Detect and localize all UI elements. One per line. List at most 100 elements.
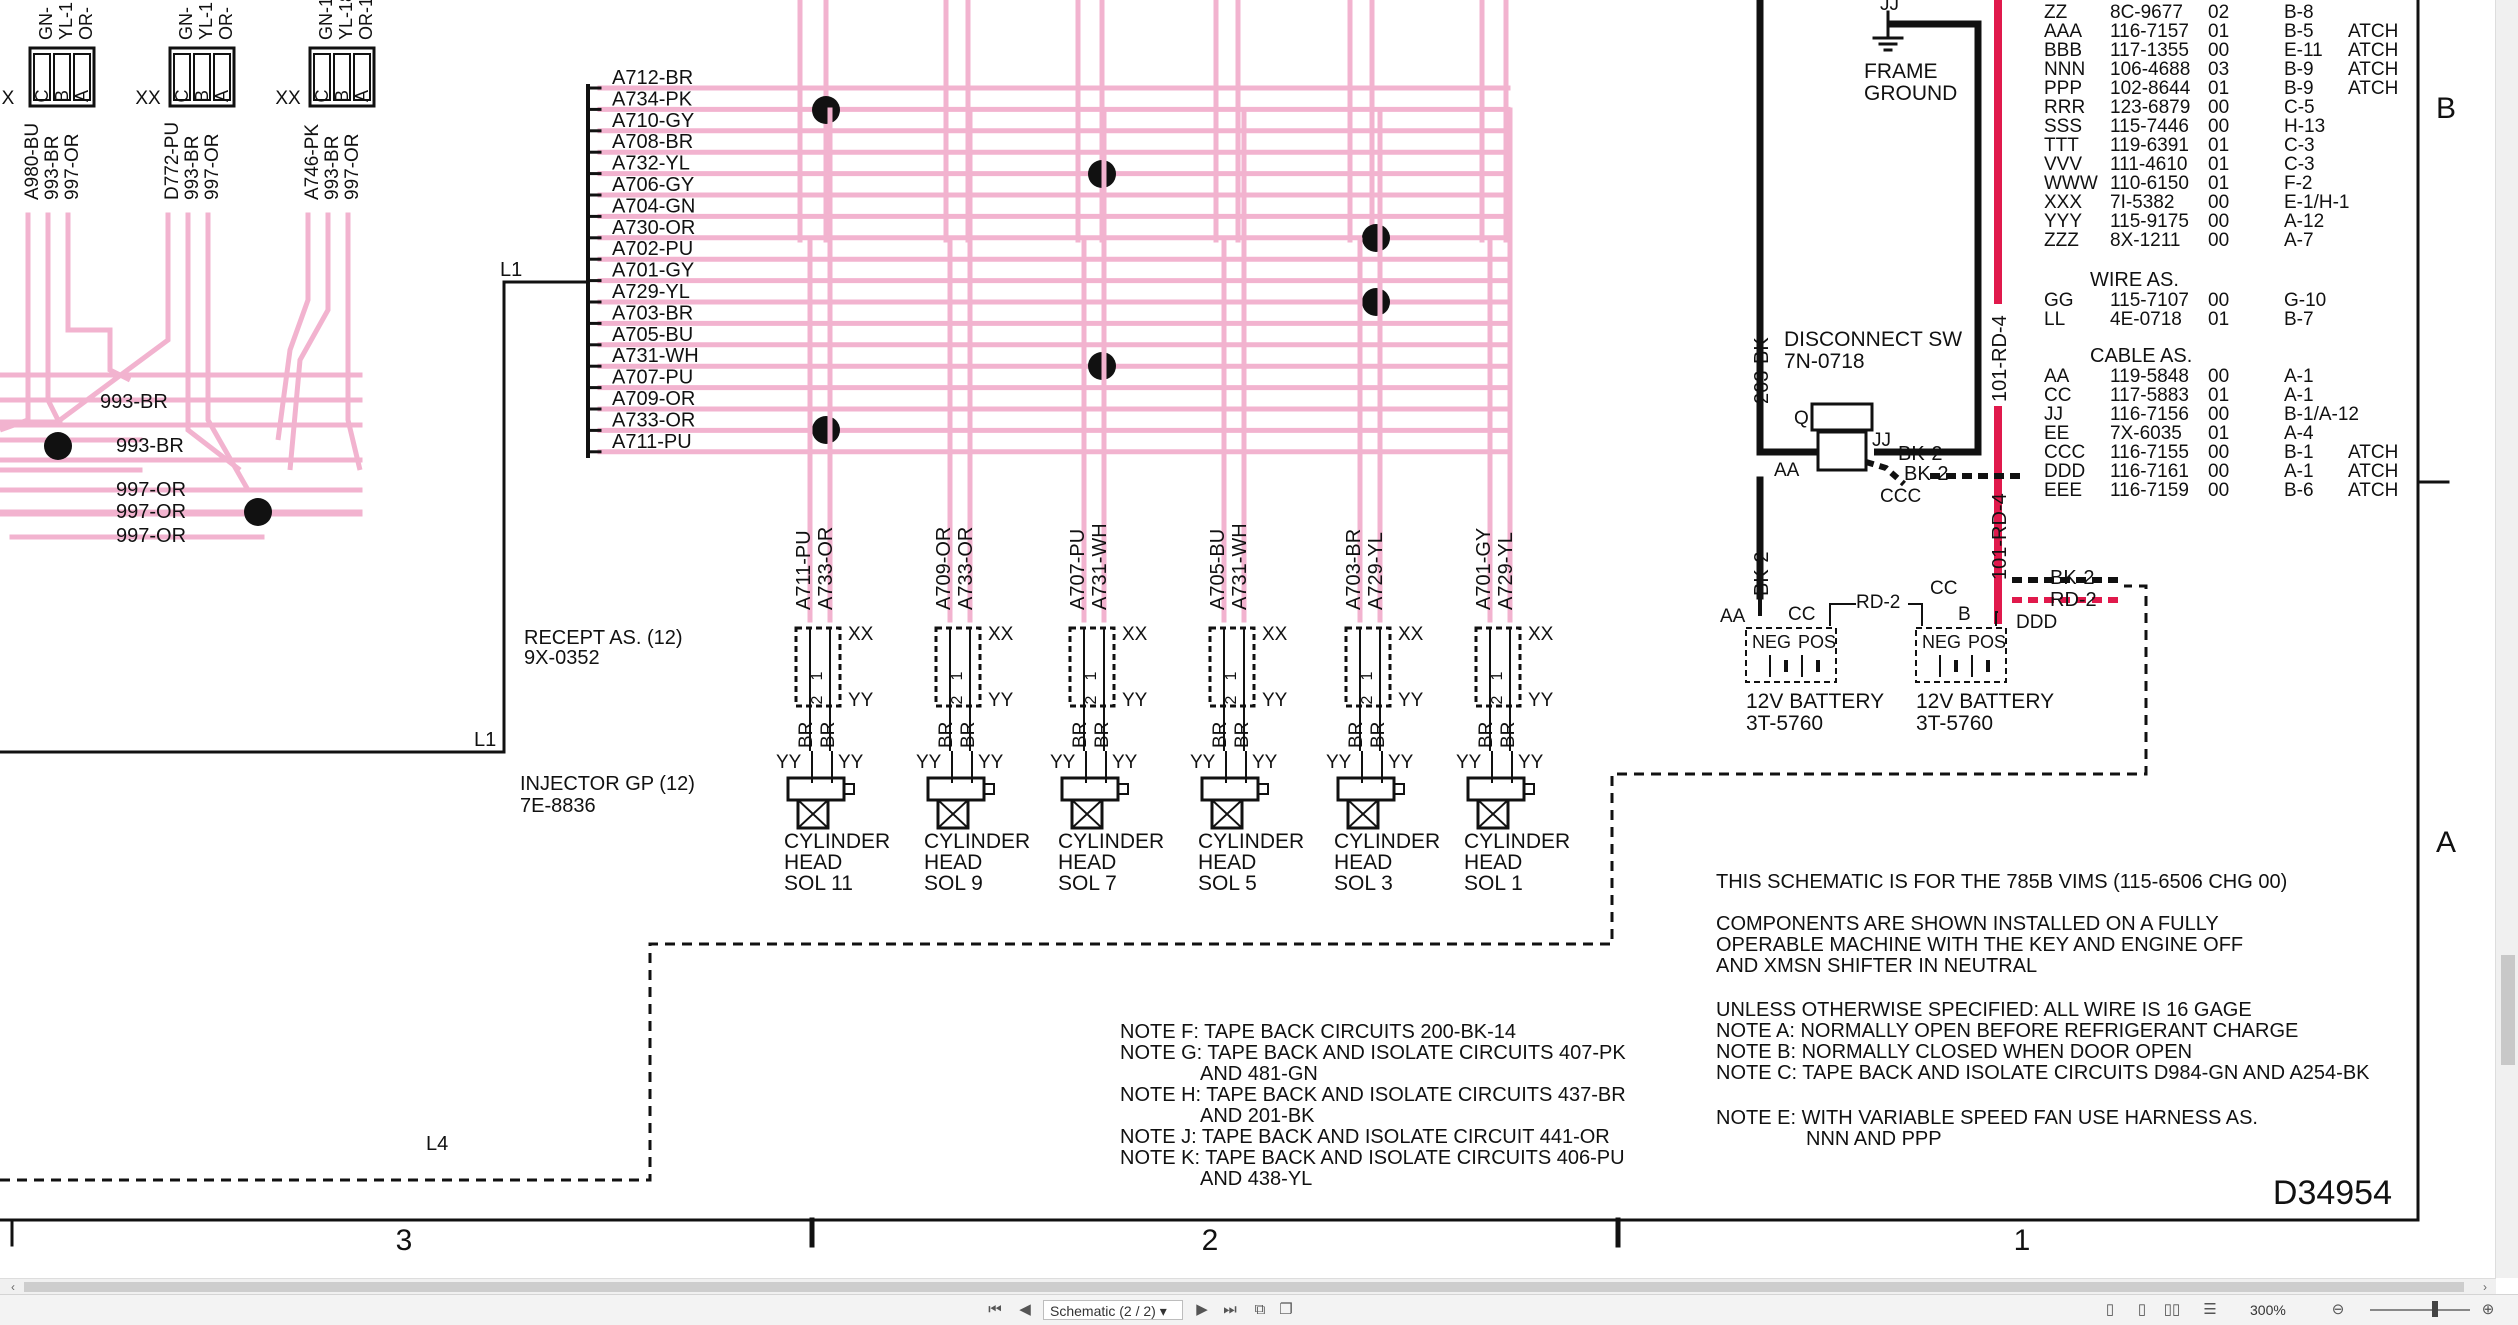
prev-page-icon[interactable]: ◀	[1015, 1300, 1035, 1320]
scroll-left-arrow-icon[interactable]: ‹	[4, 1279, 22, 1295]
connector-xx-label: XX	[988, 624, 1014, 645]
zoom-slider-thumb[interactable]	[2432, 1301, 2438, 1317]
parts-cell: ATCH	[2348, 480, 2398, 501]
parts-cell: WWW	[2044, 173, 2098, 194]
zoom-level[interactable]: 300%	[2250, 1300, 2286, 1320]
battery-label-cc: CC	[1788, 604, 1815, 625]
parts-cell: 7X-6035	[2110, 423, 2182, 444]
bundle-wire-label: A701-GY	[612, 260, 694, 282]
page-selector[interactable]: Schematic (2 / 2) ▾	[1043, 1300, 1183, 1320]
parts-cell: 01	[2208, 135, 2229, 156]
zoom-slider[interactable]	[2370, 1309, 2470, 1311]
parts-cell: E-11	[2284, 40, 2323, 61]
page-layout-icon[interactable]: ❐	[1276, 1300, 1296, 1320]
pin-number: 2	[809, 695, 826, 704]
parts-cell: DDD	[2044, 461, 2085, 482]
connector-xx-label: XX	[275, 88, 301, 109]
pin-number: 1	[1083, 671, 1100, 680]
frame-ground-label: GROUND	[1864, 82, 1957, 105]
injector-br-label: BR	[936, 722, 957, 748]
receptacle-name: RECEPT AS. (12)	[524, 627, 683, 649]
parts-cell: AAA	[2044, 21, 2082, 42]
drawing-number: D34954	[2273, 1174, 2392, 1212]
single-page-icon[interactable]: ▯	[2100, 1300, 2120, 1320]
next-page-icon[interactable]: ▶	[1192, 1300, 1212, 1320]
injector-br-label: BR	[818, 722, 839, 748]
horizontal-scrollbar[interactable]: ‹ ›	[0, 1278, 2496, 1295]
parts-cell: ATCH	[2348, 78, 2398, 99]
bundle-wire-label: A703-BR	[612, 302, 693, 324]
horizontal-scroll-thumb[interactable]	[24, 1282, 2464, 1292]
injector-yy-label: YY	[978, 752, 1004, 773]
power-wire-label: 101-RD-4	[1989, 315, 2011, 402]
note-right: COMPONENTS ARE SHOWN INSTALLED ON A FULL…	[1716, 913, 2219, 935]
battery-neg-label: NEG	[1922, 632, 1961, 652]
parts-cell: ZZZ	[2044, 230, 2079, 251]
bundle-wire-label: A702-PU	[612, 238, 693, 260]
connector-yy-label: YY	[1398, 690, 1424, 711]
injector-label: CYLINDER	[1334, 830, 1440, 853]
connector-wire-label: 993-BR	[322, 136, 343, 200]
parts-cell: 7I-5382	[2110, 192, 2174, 213]
power-wire-label: RD-2	[1856, 592, 1900, 613]
note-right: UNLESS OTHERWISE SPECIFIED: ALL WIRE IS …	[1716, 999, 2252, 1021]
zoom-out-icon[interactable]: ⊖	[2328, 1300, 2348, 1320]
solenoid-body	[786, 776, 846, 802]
parts-cell: B-5	[2284, 21, 2314, 42]
grid-view-icon[interactable]: ☰	[2200, 1300, 2220, 1320]
parts-cell: B-7	[2284, 309, 2314, 330]
scroll-right-arrow-icon[interactable]: ›	[2476, 1279, 2494, 1295]
bundle-wire-label: A707-PU	[612, 367, 693, 389]
disconnect-part: 7N-0718	[1784, 350, 1865, 373]
injector-wire-label: A733-OR	[955, 527, 977, 610]
injector-wire-label: A731-WH	[1229, 523, 1251, 610]
injector-label: CYLINDER	[784, 830, 890, 853]
injector-yy-label: YY	[1190, 752, 1216, 773]
battery-pos-label: POS	[1968, 632, 2006, 652]
injector-label: CYLINDER	[924, 830, 1030, 853]
junction-dot	[244, 498, 272, 526]
parts-cell: 116-7155	[2110, 442, 2189, 463]
injector-connector	[1474, 626, 1522, 708]
note-right: NOTE A: NORMALLY OPEN BEFORE REFRIGERANT…	[1716, 1020, 2298, 1042]
parts-cell: 01	[2208, 309, 2229, 330]
vertical-scroll-thumb[interactable]	[2501, 955, 2515, 1065]
parts-cell: VVV	[2044, 154, 2082, 175]
parts-cell: 116-7157	[2110, 21, 2189, 42]
parts-cell: 00	[2208, 211, 2229, 232]
first-page-icon[interactable]: ⏮	[985, 1300, 1005, 1320]
junction-dot	[1362, 224, 1390, 252]
note-right: AND XMSN SHIFTER IN NEUTRAL	[1716, 955, 2037, 977]
injector-wire-label: A729-YL	[1365, 532, 1387, 610]
parts-cell: B-8	[2284, 2, 2314, 23]
connector-wire-label: A746-PK	[302, 124, 323, 200]
injector-label: SOL 5	[1198, 872, 1257, 895]
connector-top-label: GN-	[36, 7, 56, 40]
page-layout-icon[interactable]: ⧉	[1250, 1300, 1270, 1320]
parts-cell: 102-8644	[2110, 78, 2191, 99]
parts-cell: EE	[2044, 423, 2069, 444]
injector-yy-label: YY	[1326, 752, 1352, 773]
note-mid: AND 481-GN	[1200, 1063, 1318, 1085]
power-wire-label: BK-2	[1751, 552, 1773, 596]
battery-pos-label: POS	[1798, 632, 1836, 652]
connector-pin-label: A	[212, 90, 232, 102]
injector-label: HEAD	[1198, 851, 1256, 874]
parts-cell: TTT	[2044, 135, 2079, 156]
switch-label-aa: AA	[1774, 460, 1800, 481]
note-mid: NOTE F: TAPE BACK CIRCUITS 200-BK-14	[1120, 1021, 1516, 1043]
pin-number: 1	[1489, 671, 1506, 680]
continuous-page-icon[interactable]: ▯	[2132, 1300, 2152, 1320]
last-page-icon[interactable]: ⏭	[1220, 1300, 1240, 1320]
parts-cell: 116-7159	[2110, 480, 2189, 501]
vertical-scrollbar[interactable]	[2495, 0, 2518, 1278]
two-page-icon[interactable]: ▯▯	[2162, 1300, 2182, 1320]
pin-number: 1	[949, 671, 966, 680]
zoom-in-icon[interactable]: ⊕	[2478, 1300, 2498, 1320]
wire-label: 997-OR	[116, 525, 186, 547]
battery-part: 3T-5760	[1746, 712, 1823, 735]
injector-yy-label: YY	[1388, 752, 1414, 773]
injector-yy-label: YY	[1518, 752, 1544, 773]
pin-number: 2	[1083, 695, 1100, 704]
schematic-canvas: BA3 2 1D34954C B AGN- YL-1 OR-A980-BU 993-BR 997…	[0, 0, 2456, 1257]
